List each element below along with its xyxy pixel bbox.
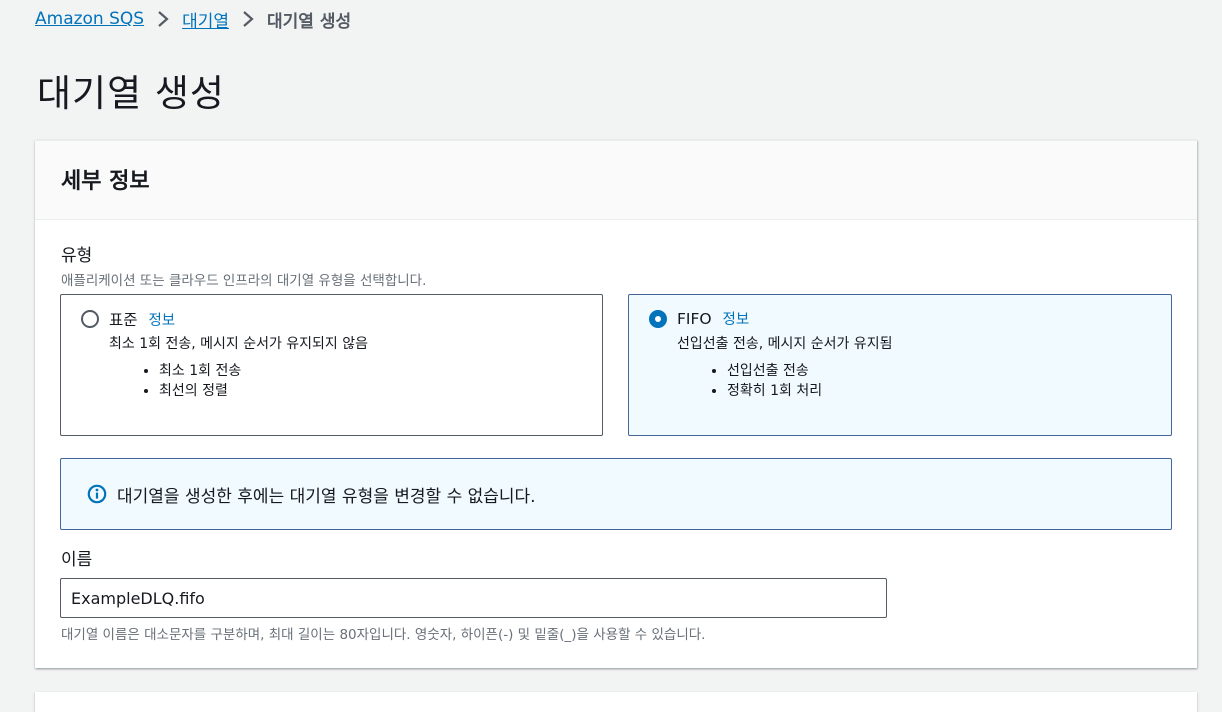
type-field-label: 유형 bbox=[61, 246, 93, 266]
breadcrumb-amazon-sqs-link[interactable]: Amazon SQS bbox=[35, 9, 144, 29]
fifo-feature-list: 선입선출 전송 정확히 1회 처리 bbox=[677, 361, 822, 401]
queue-name-input[interactable] bbox=[60, 578, 887, 618]
fifo-info-link[interactable]: 정보 bbox=[723, 312, 750, 328]
standard-description: 최소 1회 전송, 메시지 순서가 유지되지 않음 bbox=[109, 336, 369, 352]
queue-type-fifo-tile[interactable]: FIFO 정보 선입선출 전송, 메시지 순서가 유지됨 선입선출 전송 정확히… bbox=[628, 294, 1172, 436]
breadcrumb-queues-link[interactable]: 대기열 bbox=[182, 7, 229, 32]
standard-title-text: 표준 bbox=[109, 311, 138, 329]
fifo-tile-title: FIFO 정보 bbox=[677, 308, 749, 329]
list-item: 정확히 1회 처리 bbox=[727, 381, 822, 401]
standard-info-link[interactable]: 정보 bbox=[148, 313, 175, 329]
details-panel-title: 세부 정보 bbox=[61, 169, 150, 194]
details-panel-header: 세부 정보 bbox=[35, 141, 1197, 220]
info-alert: 대기열을 생성한 후에는 대기열 유형을 변경할 수 없습니다. bbox=[60, 458, 1172, 530]
list-item: 최선의 정렬 bbox=[159, 381, 241, 401]
chevron-right-icon bbox=[152, 8, 174, 30]
details-panel: 세부 정보 유형 애플리케이션 또는 클라우드 인프라의 대기열 유형을 선택합… bbox=[35, 140, 1197, 668]
fifo-title-text: FIFO bbox=[677, 310, 712, 328]
alert-text: 대기열을 생성한 후에는 대기열 유형을 변경할 수 없습니다. bbox=[117, 487, 536, 507]
info-icon bbox=[87, 484, 107, 504]
type-field-description: 애플리케이션 또는 클라우드 인프라의 대기열 유형을 선택합니다. bbox=[61, 273, 427, 289]
standard-feature-list: 최소 1회 전송 최선의 정렬 bbox=[109, 361, 241, 401]
standard-radio[interactable] bbox=[81, 310, 99, 328]
name-field-label: 이름 bbox=[61, 550, 93, 570]
next-panel bbox=[35, 692, 1197, 712]
name-field-constraint: 대기열 이름은 대소문자를 구분하며, 최대 길이는 80자입니다. 영숫자, … bbox=[61, 627, 706, 643]
breadcrumb-current: 대기열 생성 bbox=[267, 11, 352, 32]
chevron-right-icon bbox=[237, 8, 259, 30]
fifo-description: 선입선출 전송, 메시지 순서가 유지됨 bbox=[677, 336, 893, 352]
list-item: 최소 1회 전송 bbox=[159, 361, 241, 381]
queue-type-standard-tile[interactable]: 표준 정보 최소 1회 전송, 메시지 순서가 유지되지 않음 최소 1회 전송… bbox=[60, 294, 603, 436]
breadcrumb: Amazon SQS 대기열 대기열 생성 bbox=[35, 7, 352, 32]
list-item: 선입선출 전송 bbox=[727, 361, 822, 381]
standard-tile-title: 표준 정보 bbox=[109, 308, 175, 330]
page-title: 대기열 생성 bbox=[37, 72, 225, 115]
fifo-radio[interactable] bbox=[649, 310, 667, 328]
